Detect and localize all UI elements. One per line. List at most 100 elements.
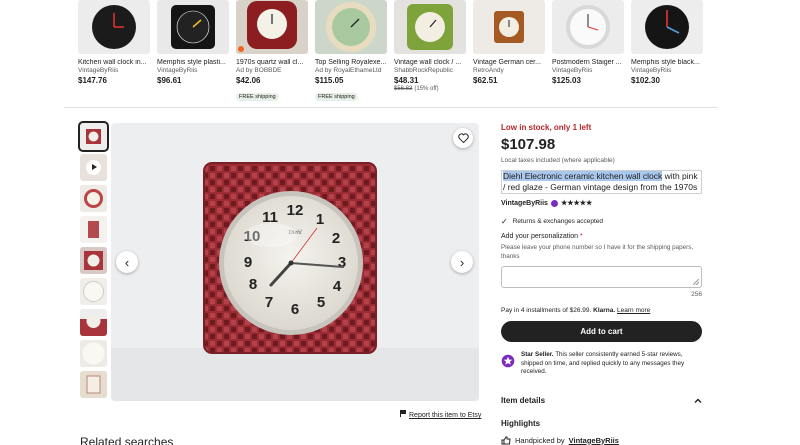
rec-seller: VintageByRiis — [157, 67, 198, 74]
rec-price: $102.30 — [631, 76, 660, 85]
rec-card[interactable]: Kitchen wall clock in... VintageByRiis $… — [78, 0, 150, 85]
thumbnail-5[interactable] — [80, 247, 107, 274]
rec-thumb[interactable] — [552, 0, 624, 54]
rec-thumb[interactable] — [315, 0, 387, 54]
rec-title[interactable]: Top Selling Royalexe... — [315, 59, 389, 66]
thumbnail-4[interactable] — [80, 216, 107, 243]
item-details-toggle[interactable]: Item details — [501, 396, 702, 405]
rec-card[interactable]: Postmodern Staiger ... VintageByRiis $12… — [552, 0, 624, 85]
clock-numeral: 8 — [249, 276, 257, 293]
clock-numeral: 1 — [316, 211, 324, 228]
personalization-label-text: Add your personalization — [501, 233, 579, 240]
chevron-left-icon: ‹ — [124, 254, 130, 270]
rec-thumb[interactable] — [473, 0, 545, 54]
thumbnail-3[interactable] — [80, 185, 107, 212]
bestseller-badge — [238, 46, 244, 52]
rec-seller: VintageByRiis — [78, 67, 119, 74]
required-mark: * — [580, 233, 583, 240]
item-details-label: Item details — [501, 395, 546, 405]
clock-numeral: 5 — [317, 294, 325, 311]
thumbnail-video[interactable] — [80, 154, 107, 181]
star-seller-title: Star Seller. — [521, 351, 554, 358]
rec-seller: Ad by RoyalEthameLtd — [315, 67, 382, 74]
handpicked-seller-link[interactable]: VintageByRiis — [569, 436, 619, 445]
klarna-info: Pay in 4 installments of $26.99. Klarna.… — [501, 307, 702, 314]
klarna-brand: Klarna. — [593, 307, 616, 314]
report-item-link[interactable]: Report this item to Etsy — [400, 410, 481, 419]
price: $107.98 — [501, 136, 556, 153]
rec-card[interactable]: Vintage wall clock / ... ShabbRockRepubl… — [394, 0, 466, 92]
thumbnail-6[interactable] — [80, 278, 107, 305]
rec-card[interactable]: Memphis style black... VintageByRiis $10… — [631, 0, 703, 85]
rec-seller: ShabbRockRepublic — [394, 67, 453, 74]
main-product-image[interactable]: 12 1 2 3 4 5 6 7 8 9 10 11 Diehl — [111, 123, 479, 401]
image-thumbnails — [78, 121, 109, 402]
thumbnail-1[interactable] — [78, 121, 109, 152]
handpicked-icon — [501, 436, 511, 444]
returns-info: ✓ Returns & exchanges accepted — [501, 217, 702, 226]
rec-thumb[interactable] — [394, 0, 466, 54]
add-to-cart-button[interactable]: Add to cart — [501, 321, 702, 342]
handpicked-text: Handpicked by — [515, 435, 565, 445]
rec-card[interactable]: 1970s quartz wall cl... Ad by BOBBDE $42… — [236, 0, 308, 103]
clock-numeral: 9 — [244, 254, 252, 271]
rec-seller: VintageByRiis — [631, 67, 672, 74]
free-shipping-badge: FREE shipping — [315, 93, 358, 101]
rec-thumb[interactable] — [78, 0, 150, 54]
resize-handle-icon[interactable] — [693, 279, 699, 285]
rec-title[interactable]: Memphis style plasti... — [157, 59, 231, 66]
rec-price: $62.51 — [473, 76, 498, 85]
thumbnail-8[interactable] — [80, 340, 107, 367]
rec-title[interactable]: Kitchen wall clock in... — [78, 59, 152, 66]
seller-row: VintageByRiis ★★★★★ — [501, 199, 702, 207]
highlights-heading: Highlights — [501, 418, 541, 428]
personalization-input[interactable] — [501, 266, 702, 288]
seller-name-link[interactable]: VintageByRiis — [501, 200, 548, 207]
rec-title[interactable]: 1970s quartz wall cl... — [236, 59, 310, 66]
rec-price: $42.06 — [236, 76, 261, 85]
thumbnail-7[interactable] — [80, 309, 107, 336]
returns-text: Returns & exchanges accepted — [512, 218, 604, 225]
play-icon — [86, 160, 101, 175]
rec-seller: RetroAndy — [473, 67, 504, 74]
favorite-button[interactable] — [453, 128, 473, 148]
stock-warning: Low in stock, only 1 left — [501, 123, 592, 132]
next-image-button[interactable]: › — [451, 251, 473, 273]
free-shipping-badge: FREE shipping — [236, 93, 279, 101]
clock-numeral: 3 — [338, 254, 346, 271]
listing-title: Diehl Electronic ceramic kitchen wall cl… — [501, 170, 702, 194]
rec-thumb[interactable] — [631, 0, 703, 54]
related-searches-heading: Related searches — [80, 435, 174, 445]
rec-thumb[interactable] — [236, 0, 308, 54]
rec-price: $125.03 — [552, 76, 581, 85]
purchase-panel: Low in stock, only 1 left $107.98 Local … — [501, 123, 702, 445]
rec-title[interactable]: Postmodern Staiger ... — [552, 59, 626, 66]
rec-card[interactable]: Top Selling Royalexe... Ad by RoyalEtham… — [315, 0, 387, 103]
clock-numeral: 4 — [333, 278, 342, 295]
thumbnail-9[interactable] — [80, 371, 107, 398]
learn-more-link[interactable]: Learn more — [617, 307, 650, 314]
rec-title[interactable]: Vintage wall clock / ... — [394, 59, 468, 66]
chevron-right-icon: › — [459, 254, 465, 270]
flag-icon — [400, 410, 406, 417]
char-count: 256 — [691, 291, 702, 298]
rec-card[interactable]: Vintage German cer... RetroAndy $62.51 — [473, 0, 545, 85]
rec-price: $147.76 — [78, 76, 107, 85]
personalization-label: Add your personalization * — [501, 233, 702, 240]
rating-stars[interactable]: ★★★★★ — [561, 199, 592, 207]
personalization-hint: Please leave your phone number so I have… — [501, 244, 694, 260]
rec-title[interactable]: Memphis style black... — [631, 59, 705, 66]
star-seller-info: Star Seller. This seller consistently ea… — [501, 351, 702, 377]
rec-title[interactable]: Vintage German cer... — [473, 59, 547, 66]
chevron-up-icon — [694, 398, 702, 403]
rec-card[interactable]: Memphis style plasti... VintageByRiis $9… — [157, 0, 229, 85]
section-divider — [64, 107, 718, 108]
star-seller-icon — [550, 199, 558, 207]
star-seller-text: Star Seller. This seller consistently ea… — [521, 351, 702, 377]
report-link-text[interactable]: Report this item to Etsy — [409, 412, 481, 419]
star-seller-badge-icon — [501, 354, 515, 368]
clock-numeral: 7 — [265, 294, 273, 311]
previous-image-button[interactable]: ‹ — [116, 251, 138, 273]
rec-thumb[interactable] — [157, 0, 229, 54]
heart-icon — [457, 133, 469, 143]
